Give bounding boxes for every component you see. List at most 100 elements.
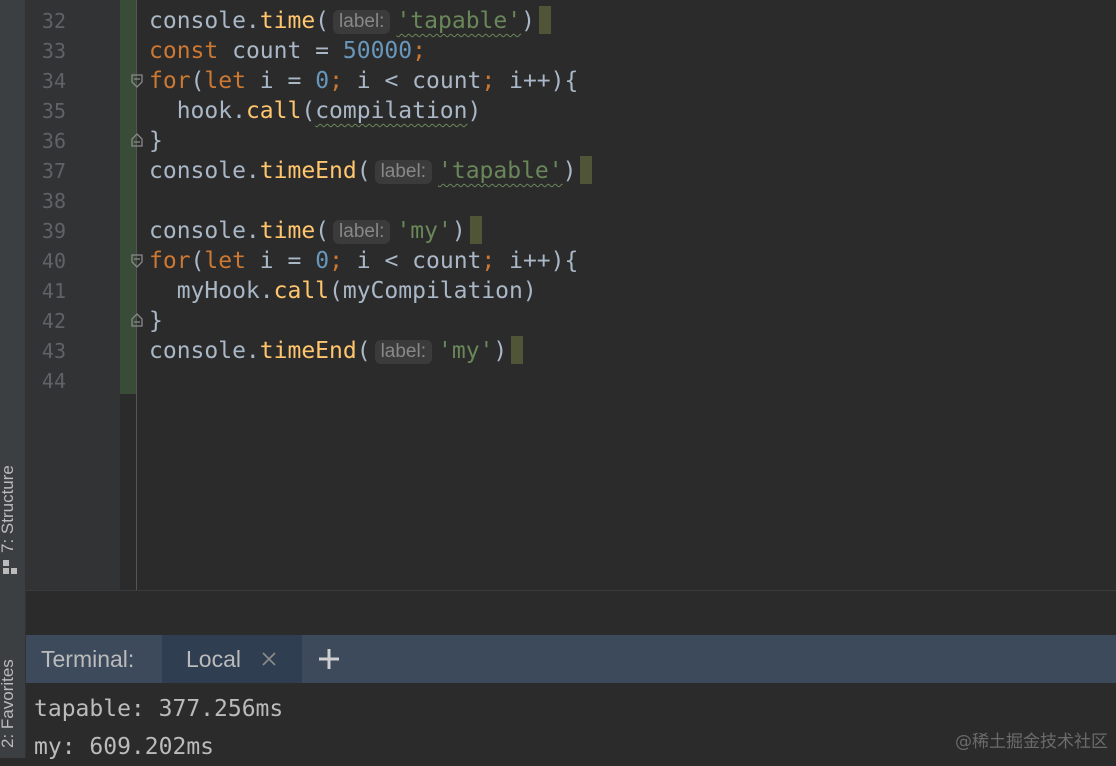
line-number: 41 <box>41 279 66 303</box>
code-token: ( <box>356 338 371 364</box>
structure-tool-tab[interactable]: 7: Structure <box>0 430 25 560</box>
code-token: time <box>259 8 316 34</box>
code-token: ( <box>190 68 205 94</box>
favorites-tool-tab[interactable]: 2: Favorites <box>0 620 25 758</box>
terminal-output[interactable]: tapable: 377.256ms my: 609.202ms <box>34 690 283 766</box>
fold-open-icon[interactable] <box>131 254 143 268</box>
code-token: i = <box>245 248 316 274</box>
line-number: 32 <box>41 9 66 33</box>
terminal-header: Terminal: Local <box>26 635 1116 683</box>
line-number: 44 <box>41 369 66 393</box>
line-number: 38 <box>41 189 66 213</box>
fold-close-icon[interactable] <box>131 313 143 327</box>
line-number: 35 <box>41 99 66 123</box>
terminal-title: Terminal: <box>41 646 135 672</box>
panel-splitter[interactable] <box>26 590 1116 636</box>
code-token: for <box>149 68 191 94</box>
bracket-highlight <box>511 336 524 364</box>
code-token: i = <box>245 68 316 94</box>
code-token: hook. <box>149 98 246 124</box>
structure-tab-label: 7: Structure <box>0 465 17 553</box>
line-number: 34 <box>41 69 66 93</box>
terminal-output-line: tapable: 377.256ms <box>34 696 284 722</box>
code-token: time <box>259 218 316 244</box>
code-line-39[interactable]: console.time(label:'my') <box>149 216 1116 246</box>
terminal-tab-label: Local <box>186 646 241 672</box>
code-token: ) <box>521 8 535 34</box>
terminal-output-line: my: 609.202ms <box>34 734 215 760</box>
code-token: ; <box>329 248 343 274</box>
code-token: let <box>204 68 246 94</box>
code-token: timeEnd <box>259 338 357 364</box>
code-token: console. <box>149 218 260 244</box>
code-token: ( <box>315 8 330 34</box>
code-token: call <box>245 98 302 124</box>
fold-open-icon[interactable] <box>131 74 143 88</box>
code-token: i < count <box>342 248 482 274</box>
code-token: 'my' <box>438 338 494 364</box>
code-line-43[interactable]: console.timeEnd(label:'my') <box>149 336 1116 366</box>
favorites-tab-label: 2: Favorites <box>0 659 17 748</box>
code-token: } <box>149 308 163 334</box>
code-line-44[interactable] <box>149 366 1116 396</box>
parameter-hint: label: <box>374 160 432 184</box>
code-token: ; <box>329 68 343 94</box>
code-editor[interactable]: console.time(label:'tapable') const coun… <box>149 6 1116 396</box>
line-number: 40 <box>41 249 66 273</box>
code-line-38[interactable] <box>149 186 1116 216</box>
vcs-change-marker[interactable] <box>120 0 136 394</box>
code-token: call <box>273 278 330 304</box>
code-token: 0 <box>315 68 330 94</box>
line-number: 39 <box>41 219 66 243</box>
line-number: 37 <box>41 159 66 183</box>
code-token: 50000 <box>342 38 413 64</box>
line-numbers: 32 33 34 35 36 37 38 39 40 41 42 43 44 <box>26 6 66 396</box>
line-number: 43 <box>41 339 66 363</box>
line-number: 36 <box>41 129 66 153</box>
bracket-highlight <box>580 156 593 184</box>
code-token: 0 <box>315 248 330 274</box>
gutter-separator <box>136 0 137 590</box>
code-line-34[interactable]: for(let i = 0; i < count; i++){ <box>149 66 1116 96</box>
code-token: ( <box>315 218 330 244</box>
terminal-tab-local[interactable]: Local <box>162 635 302 683</box>
code-token: ) <box>493 338 508 364</box>
code-token: timeEnd <box>259 158 357 184</box>
parameter-hint: label: <box>374 340 432 364</box>
code-token: count = <box>218 38 343 64</box>
code-token: const <box>149 38 219 64</box>
structure-icon <box>3 560 17 580</box>
code-token: ) <box>451 218 466 244</box>
code-line-41[interactable]: myHook.call(myCompilation) <box>149 276 1116 306</box>
code-token: ; <box>481 248 496 274</box>
code-token: for <box>149 248 191 274</box>
code-token: let <box>204 248 246 274</box>
code-token: ( <box>356 158 371 184</box>
code-line-40[interactable]: for(let i = 0; i < count; i++){ <box>149 246 1116 276</box>
code-line-33[interactable]: const count = 50000; <box>149 36 1116 66</box>
line-number: 33 <box>41 39 66 63</box>
bracket-highlight <box>538 6 551 34</box>
line-number: 42 <box>41 309 66 333</box>
bracket-highlight <box>469 216 482 244</box>
code-token: i++){ <box>495 248 579 274</box>
code-line-32[interactable]: console.time(label:'tapable') <box>149 6 1116 36</box>
code-line-36[interactable]: } <box>149 126 1116 156</box>
code-token: myHook. <box>149 278 274 304</box>
parameter-hint: label: <box>333 10 391 34</box>
code-line-35[interactable]: hook.call(compilation) <box>149 96 1116 126</box>
code-token: console. <box>149 8 260 34</box>
code-token: ( <box>190 248 205 274</box>
code-token: ) <box>562 158 577 184</box>
fold-close-icon[interactable] <box>131 133 143 147</box>
code-line-37[interactable]: console.timeEnd(label:'tapable') <box>149 156 1116 186</box>
code-token: ( <box>301 98 316 124</box>
code-token: (myCompilation) <box>329 278 537 304</box>
code-token: console. <box>149 338 260 364</box>
code-token: compilation <box>315 98 468 124</box>
code-line-42[interactable]: } <box>149 306 1116 336</box>
close-icon[interactable] <box>260 650 278 668</box>
code-token: } <box>149 128 163 154</box>
code-token: i < count <box>342 68 482 94</box>
add-tab-icon[interactable] <box>318 648 340 670</box>
